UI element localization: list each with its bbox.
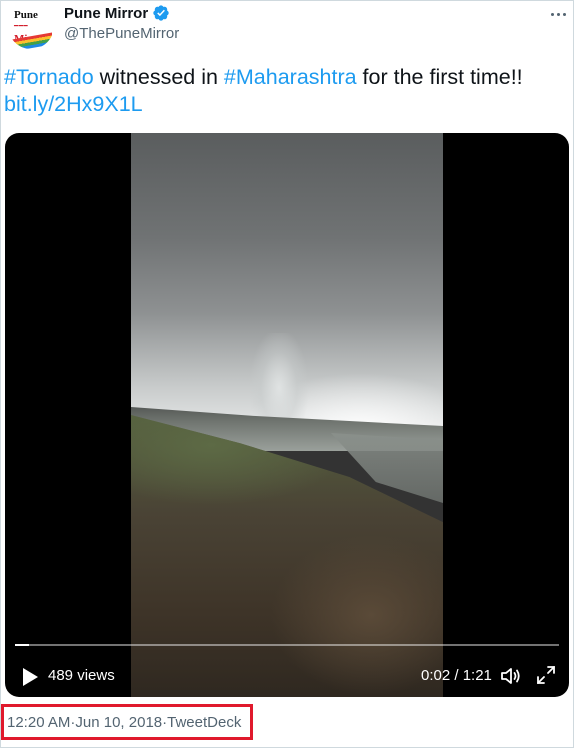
tweet-text: #Tornado witnessed in #Maharashtra for t…	[4, 65, 523, 116]
author-name[interactable]: Pune Mirror	[64, 5, 148, 22]
verified-badge-icon	[152, 4, 170, 22]
author-name-row[interactable]: Pune Mirror	[64, 4, 170, 22]
more-options-icon[interactable]	[546, 6, 570, 22]
hashtag-link[interactable]: #Maharashtra	[224, 65, 357, 89]
hashtag-link[interactable]: #Tornado	[4, 65, 94, 89]
video-view-count: 489 views	[48, 667, 115, 684]
fullscreen-icon[interactable]	[535, 664, 557, 686]
video-time: 0:02 / 1:21	[421, 667, 492, 684]
short-url-link[interactable]: bit.ly/2Hx9X1L	[4, 92, 143, 116]
play-icon[interactable]	[19, 666, 41, 688]
video-progress-bar[interactable]	[15, 644, 559, 646]
author-handle[interactable]: @ThePuneMirror	[64, 25, 179, 42]
author-avatar[interactable]: Pune ━━━ Mirror	[8, 3, 54, 49]
video-player[interactable]: 489 views 0:02 / 1:21	[5, 133, 569, 697]
tweet-time[interactable]: 12:20 AM	[7, 714, 70, 731]
video-progress-fill	[15, 644, 29, 646]
tweet-date[interactable]: Jun 10, 2018	[75, 714, 162, 731]
video-frame[interactable]	[131, 133, 443, 697]
tweet-source[interactable]: TweetDeck	[167, 714, 241, 731]
volume-icon[interactable]	[499, 664, 523, 688]
tweet-timestamp-highlight: 12:20 AM · Jun 10, 2018 · TweetDeck	[1, 704, 253, 740]
